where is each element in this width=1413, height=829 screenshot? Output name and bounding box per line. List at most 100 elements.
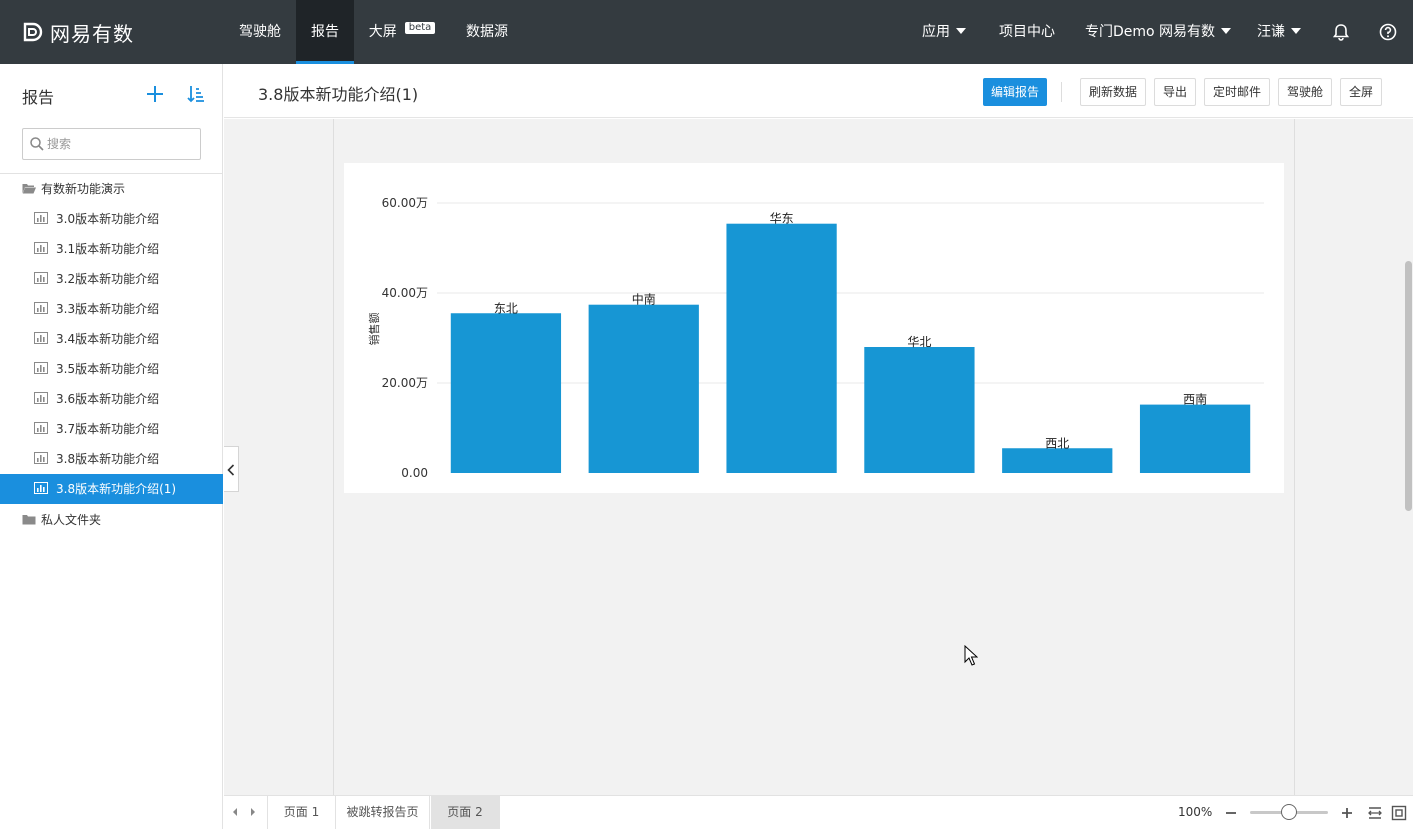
- app-logo[interactable]: 网易有数: [22, 18, 134, 46]
- report-icon: [34, 242, 48, 254]
- bell-icon[interactable]: [1331, 22, 1351, 42]
- logo-text: 网易有数: [50, 21, 134, 46]
- tree-item-report[interactable]: 3.8版本新功能介绍: [0, 444, 223, 474]
- page-tabs-bar: 页面 1 被跳转报告页 页面 2 100%: [224, 795, 1413, 829]
- tree-item-report[interactable]: 3.5版本新功能介绍: [0, 354, 223, 384]
- zoom-in-icon[interactable]: [1340, 806, 1354, 820]
- bar[interactable]: [450, 313, 562, 473]
- sidebar-title: 报告: [22, 88, 55, 107]
- fit-page-icon[interactable]: [1391, 805, 1407, 821]
- search-field[interactable]: [22, 128, 201, 160]
- sort-icon[interactable]: [186, 84, 206, 104]
- nav-cockpit[interactable]: 驾驶舱: [224, 0, 296, 64]
- tree-item-report[interactable]: 3.7版本新功能介绍: [0, 414, 223, 444]
- bar-data-label: 西北: [1045, 436, 1069, 450]
- folder-private[interactable]: 私人文件夹: [0, 505, 223, 535]
- page-tab-2[interactable]: 页面 2: [431, 796, 500, 829]
- top-navigation-bar: 网易有数 驾驶舱 报告 大屏 beta 数据源 应用 项目中心 专门Demo 网易…: [0, 0, 1413, 64]
- tree-item-report-active[interactable]: 3.8版本新功能介绍(1): [0, 474, 223, 504]
- caret-down-icon: [1291, 28, 1301, 34]
- tree-item-report[interactable]: 3.0版本新功能介绍: [0, 204, 223, 234]
- header-separator: [1061, 82, 1062, 102]
- workspace-label: 专门Demo 网易有数: [1085, 24, 1216, 40]
- report-icon: [34, 392, 48, 404]
- bar-chart-widget[interactable]: 0.00 20.00万 40.00万 60.00万 销售额 东北 中南 华东 华北 西北 西南: [344, 163, 1284, 493]
- refresh-data-button[interactable]: 刷新数据: [1080, 78, 1146, 106]
- report-icon: [34, 482, 48, 494]
- report-title: 3.8版本新功能介绍(1): [258, 85, 419, 104]
- scheduled-email-button[interactable]: 定时邮件: [1204, 78, 1270, 106]
- y-axis-label: 销售额: [367, 313, 381, 346]
- collapse-sidebar-button[interactable]: [224, 446, 239, 492]
- page-tab-jump-target[interactable]: 被跳转报告页: [336, 796, 430, 829]
- page-guide-left: [333, 119, 334, 795]
- folder-feature-demo[interactable]: 有数新功能演示: [0, 174, 223, 204]
- nav-label: 驾驶舱: [239, 24, 281, 40]
- mouse-cursor-icon: [964, 645, 978, 666]
- tree-item-label: 3.0版本新功能介绍: [56, 212, 160, 226]
- page-tab-label: 页面 2: [447, 805, 483, 819]
- folder-open-icon: [22, 184, 36, 194]
- user-name: 汪谦: [1257, 24, 1285, 40]
- project-center-link[interactable]: 项目中心: [999, 0, 1055, 64]
- y-tick-label: 0.00: [401, 466, 428, 480]
- nav-label: 大屏: [368, 24, 397, 40]
- tree-item-label: 3.7版本新功能介绍: [56, 422, 160, 436]
- page-tab-label: 被跳转报告页: [346, 805, 419, 819]
- edit-report-button[interactable]: 编辑报告: [983, 78, 1047, 106]
- report-icon: [34, 332, 48, 344]
- zoom-slider-thumb[interactable]: [1281, 804, 1297, 820]
- prev-page-icon[interactable]: [230, 806, 240, 818]
- export-button[interactable]: 导出: [1154, 78, 1196, 106]
- apps-menu[interactable]: 应用: [922, 0, 966, 64]
- add-report-icon[interactable]: [145, 84, 165, 104]
- folder-icon: [22, 515, 36, 525]
- tree-item-report[interactable]: 3.3版本新功能介绍: [0, 294, 223, 324]
- nav-label: 数据源: [466, 24, 508, 40]
- bar[interactable]: [1139, 404, 1251, 473]
- tree-item-label: 3.8版本新功能介绍(1): [56, 482, 177, 496]
- tree-item-label: 3.5版本新功能介绍: [56, 362, 160, 376]
- bar[interactable]: [588, 304, 699, 473]
- bar[interactable]: [726, 223, 837, 473]
- tree-item-report[interactable]: 3.1版本新功能介绍: [0, 234, 223, 264]
- tree-item-label: 3.3版本新功能介绍: [56, 302, 160, 316]
- fullscreen-button[interactable]: 全屏: [1340, 78, 1382, 106]
- tree-item-report[interactable]: 3.6版本新功能介绍: [0, 384, 223, 414]
- search-icon: [30, 137, 44, 151]
- zoom-out-icon[interactable]: [1224, 806, 1238, 820]
- nav-big-screen[interactable]: 大屏 beta: [354, 0, 450, 64]
- caret-down-icon: [1221, 28, 1232, 34]
- tree-item-label: 3.4版本新功能介绍: [56, 332, 160, 346]
- report-icon: [34, 452, 48, 464]
- cockpit-button[interactable]: 驾驶舱: [1278, 78, 1332, 106]
- fit-width-icon[interactable]: [1367, 805, 1383, 821]
- canvas-scrollbar[interactable]: [1403, 119, 1413, 795]
- tree-item-report[interactable]: 3.2版本新功能介绍: [0, 264, 223, 294]
- nav-reports[interactable]: 报告: [296, 0, 354, 64]
- nav-data-source[interactable]: 数据源: [450, 0, 524, 64]
- user-menu[interactable]: 汪谦: [1257, 0, 1301, 64]
- report-icon: [34, 212, 48, 224]
- bar-data-label: 华北: [907, 335, 931, 349]
- bar[interactable]: [1002, 448, 1113, 473]
- help-icon[interactable]: [1378, 22, 1398, 42]
- bar-chart: 0.00 20.00万 40.00万 60.00万销售额 东北 中南 华东华北西北 西南: [367, 196, 1264, 480]
- page-tab-label: 页面 1: [283, 805, 320, 819]
- page-tab-1[interactable]: 页面 1: [268, 796, 336, 829]
- report-header: 3.8版本新功能介绍(1) 编辑报告 刷新数据 导出 定时邮件 驾驶舱 全屏: [224, 64, 1413, 118]
- report-icon: [34, 422, 48, 434]
- search-input[interactable]: [47, 135, 195, 153]
- tree-item-label: 3.2版本新功能介绍: [56, 272, 160, 286]
- scrollbar-thumb[interactable]: [1405, 261, 1412, 511]
- report-icon: [34, 302, 48, 314]
- tree-item-label: 3.6版本新功能介绍: [56, 392, 160, 406]
- next-page-icon[interactable]: [248, 806, 258, 818]
- tree-item-report[interactable]: 3.4版本新功能介绍: [0, 324, 223, 354]
- workspace-menu[interactable]: 专门Demo 网易有数: [1085, 0, 1232, 64]
- bar-data-label: 中南: [632, 292, 656, 307]
- bar-data-label: 西南: [1183, 392, 1207, 407]
- apps-menu-label: 应用: [922, 24, 950, 40]
- bar[interactable]: [864, 347, 975, 473]
- folder-label: 有数新功能演示: [41, 182, 126, 196]
